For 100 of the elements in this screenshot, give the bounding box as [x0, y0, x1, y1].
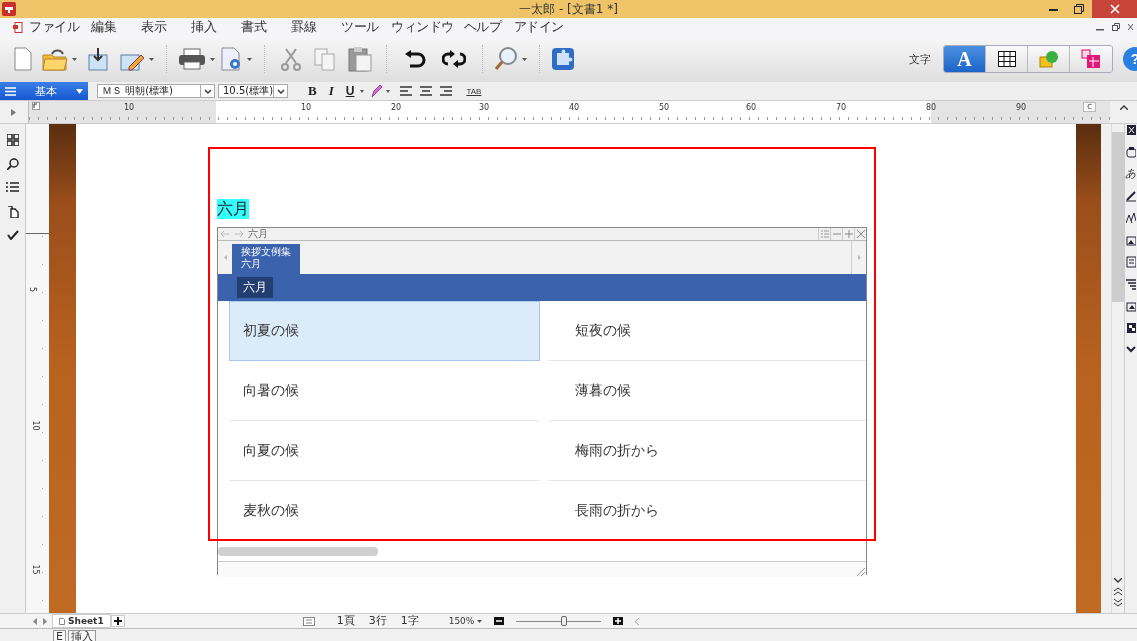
chevron-down-icon — [203, 87, 212, 95]
plus-icon — [113, 617, 122, 625]
checkmark-icon[interactable] — [6, 230, 19, 240]
print-settings-icon[interactable] — [221, 47, 243, 71]
menu-item[interactable]: アドイン — [513, 18, 574, 36]
ruler-number: 70 — [835, 103, 847, 112]
expand-arrow-icon[interactable] — [11, 108, 17, 116]
resize-grip-icon[interactable] — [856, 567, 866, 577]
ruler-number: 15 — [30, 564, 40, 575]
puzzle-icon[interactable] — [551, 47, 575, 71]
ruler-number: 50 — [658, 103, 670, 112]
scroll-right-icon[interactable] — [43, 617, 48, 625]
document-icon[interactable] — [13, 21, 23, 33]
undo-icon[interactable] — [404, 49, 426, 69]
zoom-out-icon[interactable] — [494, 617, 505, 625]
menu-item[interactable]: ウィンドウ — [391, 18, 464, 36]
image-icon[interactable] — [1125, 234, 1136, 246]
ruler-number: 90 — [1015, 103, 1027, 112]
scroll-up-icon[interactable] — [1119, 105, 1128, 110]
align-right-icon[interactable] — [440, 86, 453, 96]
align-left-icon[interactable] — [400, 86, 413, 96]
font-select[interactable]: ＭＳ 明朝(標準) — [97, 84, 215, 98]
underline-button[interactable]: U — [339, 84, 361, 98]
size-select[interactable]: 10.5(標準) — [218, 84, 288, 98]
document-icon[interactable] — [1125, 256, 1136, 268]
scrollbar-thumb[interactable] — [1112, 132, 1124, 302]
zoom-dropdown[interactable]: 150% — [448, 616, 475, 626]
menu-item[interactable]: ヘルプ — [463, 18, 514, 36]
image-icon[interactable] — [1125, 300, 1136, 312]
pen-icon[interactable] — [370, 84, 383, 98]
scroll-left-icon[interactable] — [33, 617, 38, 625]
copy-icon[interactable] — [6, 206, 19, 218]
menu-item[interactable]: ツール — [341, 18, 391, 36]
slider-thumb[interactable] — [561, 616, 567, 626]
ruler-number: 40 — [568, 103, 580, 112]
menu-item[interactable]: 罫線 — [291, 18, 341, 36]
page-up-icon[interactable] — [1114, 587, 1122, 596]
menu-item[interactable]: 挿入 — [191, 18, 241, 36]
grid-icon[interactable] — [1125, 322, 1136, 334]
scroll-down-icon[interactable] — [1114, 578, 1122, 583]
layout-icon — [1081, 49, 1101, 69]
open-folder-icon[interactable] — [42, 47, 68, 71]
ruler-number: 20 — [390, 103, 402, 112]
paste-icon[interactable] — [348, 46, 372, 72]
menu-item[interactable]: 表示 — [141, 18, 191, 36]
save-icon[interactable] — [87, 47, 111, 71]
dropdown-arrow-icon[interactable] — [149, 57, 154, 61]
style-dropdown[interactable]: 基本 — [0, 82, 88, 100]
list-icon[interactable] — [1125, 278, 1136, 290]
mode-button[interactable] — [986, 46, 1028, 72]
phrase-item[interactable]: 初夏の候 — [229, 301, 540, 361]
pencil-icon[interactable] — [1125, 190, 1136, 202]
table-icon — [997, 51, 1016, 67]
dropdown-arrow-icon[interactable] — [386, 89, 391, 93]
shape-icon — [1038, 50, 1059, 68]
zoom-in-icon[interactable] — [613, 617, 624, 625]
ruler-number: 30 — [478, 103, 490, 112]
close-icon[interactable] — [1128, 23, 1133, 31]
menu-item[interactable]: 編集 — [91, 18, 141, 36]
italic-button[interactable]: I — [322, 83, 340, 99]
mode-button[interactable]: A — [944, 46, 986, 72]
add-icon — [844, 230, 853, 238]
dropdown-arrow-icon[interactable] — [360, 89, 365, 93]
view-icon[interactable] — [302, 616, 315, 626]
scrollbar-thumb[interactable] — [218, 546, 378, 556]
category-tab[interactable]: 挨拶文例集 六月 — [232, 244, 300, 274]
text-tool[interactable]: あ — [1125, 168, 1136, 180]
heading-text: 六月 — [217, 199, 249, 219]
dropdown-arrow-icon[interactable] — [522, 57, 527, 61]
page-down-icon[interactable] — [1114, 598, 1122, 607]
restore-icon[interactable] — [1112, 23, 1120, 31]
list-icon — [820, 230, 829, 238]
dropdown-arrow-icon[interactable] — [247, 57, 252, 61]
tab-button[interactable]: TAB — [460, 86, 488, 96]
app-icon[interactable] — [2, 2, 16, 16]
search-icon[interactable] — [6, 158, 19, 170]
grid-icon[interactable] — [6, 134, 19, 146]
tab-stop-icon[interactable] — [31, 102, 40, 110]
bold-button[interactable]: B — [302, 83, 323, 99]
sheet-icon — [59, 617, 65, 625]
menu-item[interactable]: ファイル — [29, 18, 91, 36]
line-count: 3行 — [368, 615, 387, 627]
ruler-number: 10 — [30, 420, 40, 431]
dropdown-arrow-icon[interactable] — [477, 619, 483, 623]
close-button[interactable] — [854, 228, 866, 240]
minimize-icon[interactable] — [1048, 7, 1058, 11]
ruler-number: 80 — [925, 103, 937, 112]
menu-item[interactable]: 書式 — [241, 18, 291, 36]
category-chip[interactable]: 六月 — [237, 277, 273, 298]
redo-icon[interactable] — [442, 49, 466, 69]
zoom-slider[interactable] — [516, 616, 602, 626]
dropdown-arrow-icon[interactable] — [210, 57, 215, 61]
align-center-icon[interactable] — [420, 86, 433, 96]
char-count: 1字 — [400, 615, 419, 627]
dropdown-arrow-icon[interactable] — [72, 57, 77, 61]
list-icon[interactable] — [6, 182, 19, 194]
ruler-number: 5 — [28, 286, 38, 293]
menu-icon — [5, 86, 16, 96]
restore-icon[interactable] — [1074, 4, 1084, 14]
sheet-tab[interactable]: Sheet1 — [52, 614, 111, 628]
